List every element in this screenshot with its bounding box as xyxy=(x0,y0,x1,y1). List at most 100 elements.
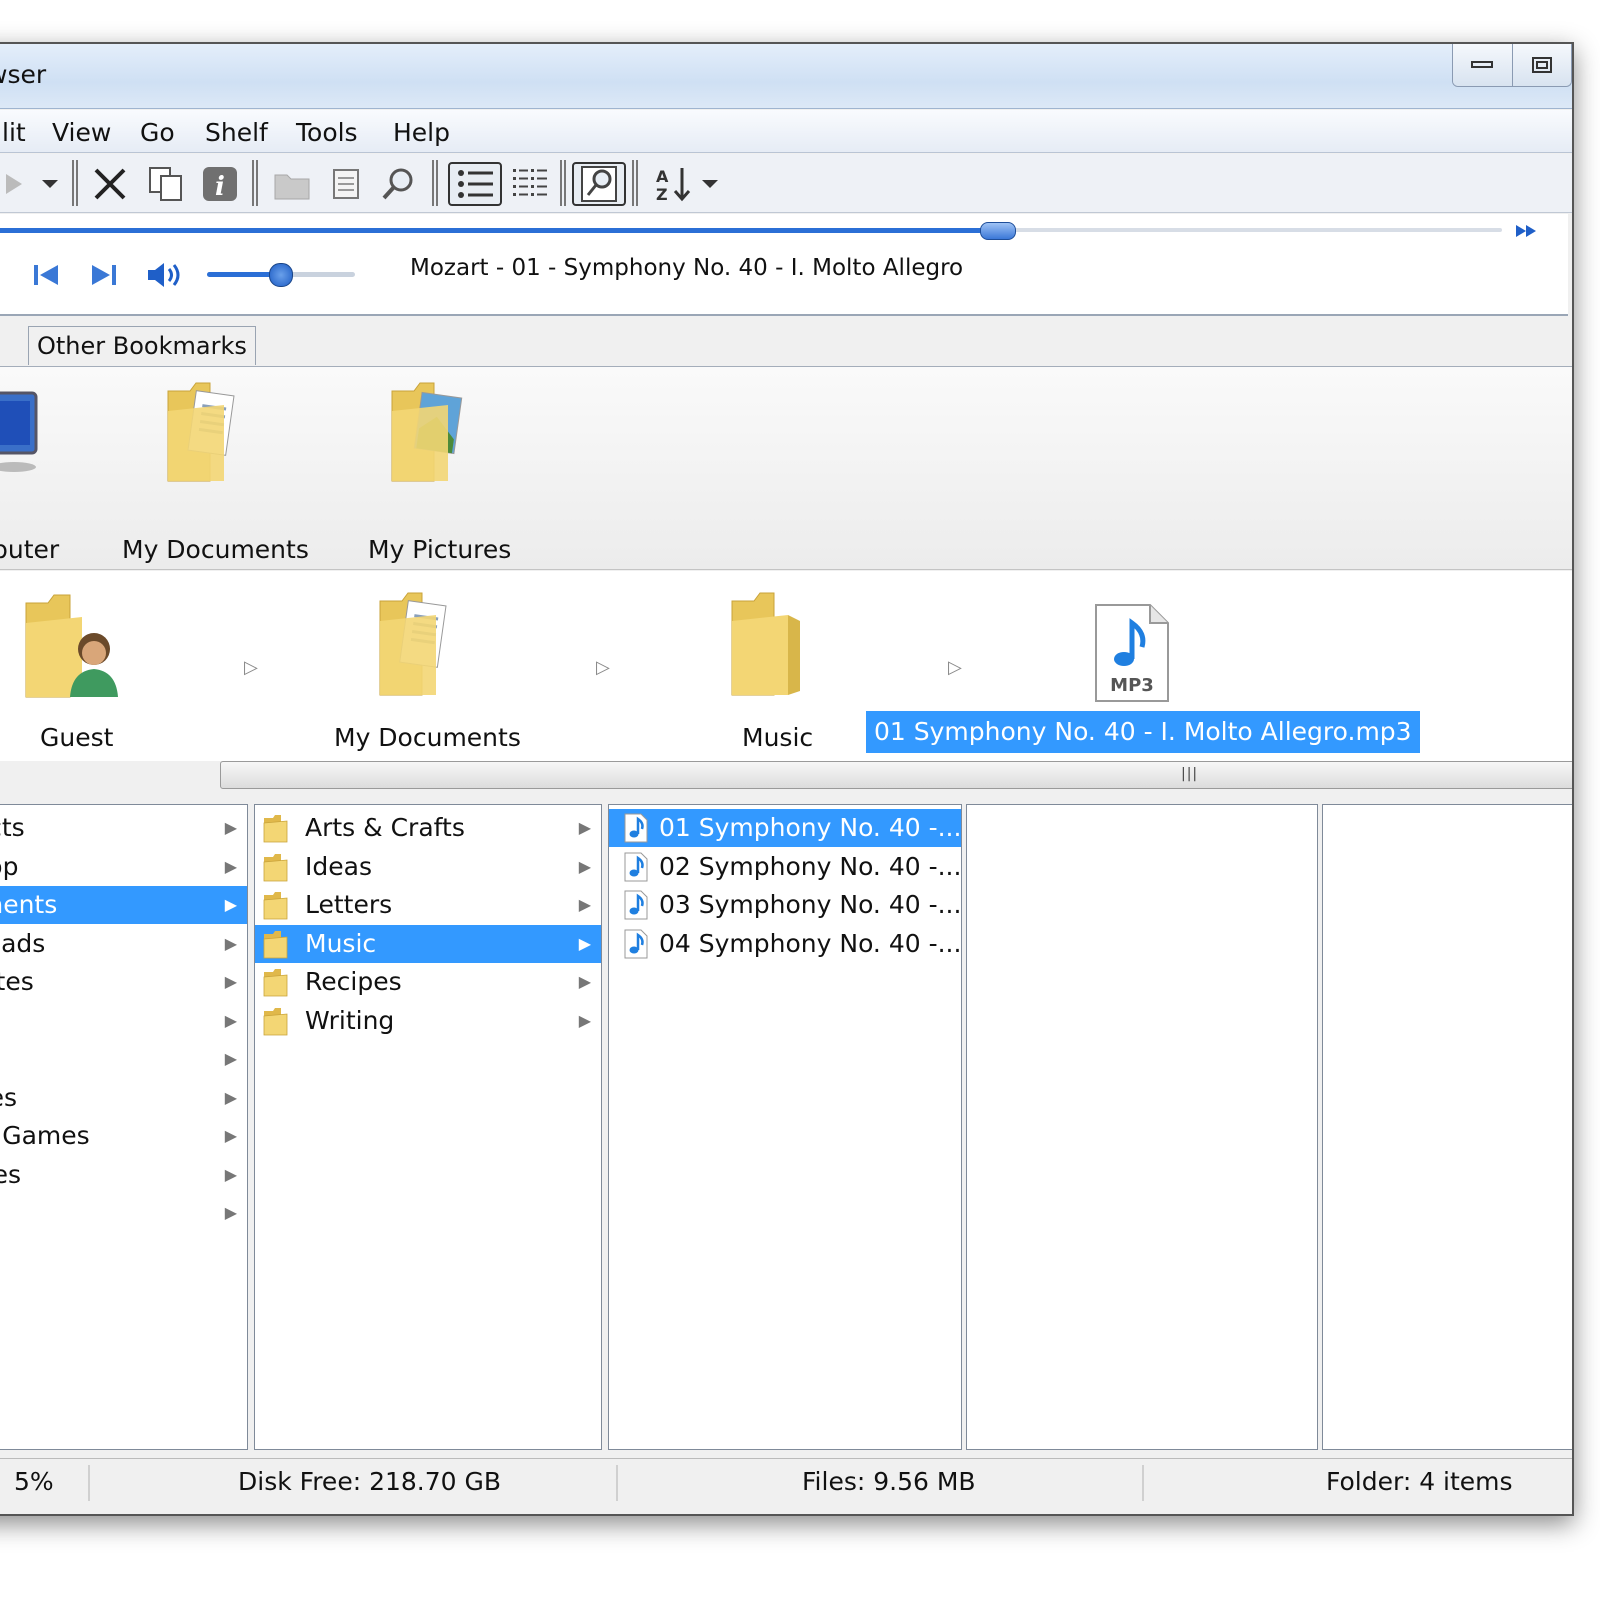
close-icon xyxy=(94,168,126,200)
seek-thumb[interactable] xyxy=(980,222,1016,240)
file-row[interactable]: 03 Symphony No. 40 -... xyxy=(609,886,961,924)
tab-other-bookmarks[interactable]: Other Bookmarks xyxy=(28,326,256,365)
title-bar[interactable]: rowser xyxy=(0,44,1572,109)
documents-folder-icon xyxy=(167,382,235,482)
folder-row-label: Recipes xyxy=(305,967,402,996)
compact-view-button[interactable] xyxy=(508,162,552,206)
horizontal-scrollbar[interactable]: ||| xyxy=(0,761,1572,789)
menu-tools[interactable]: Tools xyxy=(296,118,358,147)
window-buttons xyxy=(1452,44,1572,87)
maximize-button[interactable] xyxy=(1511,44,1571,86)
file-row[interactable]: 04 Symphony No. 40 -... xyxy=(609,925,961,963)
file-row-label: 04 Symphony No. 40 -... xyxy=(659,928,962,958)
expand-arrow-icon: ▶ xyxy=(224,856,237,876)
history-dropdown[interactable] xyxy=(28,162,72,206)
folder-row[interactable]: orites ▶ xyxy=(0,963,247,1001)
expand-arrow-icon: ▶ xyxy=(224,1126,237,1145)
folder-row[interactable]: Music ▶ xyxy=(255,924,601,963)
folder-row[interactable]: tacts ▶ xyxy=(0,809,247,847)
folder-row-label: ures xyxy=(0,1082,17,1112)
file-row[interactable]: 01 Symphony No. 40 -... xyxy=(609,809,961,847)
chevron-down-icon xyxy=(702,180,718,188)
notes-button[interactable] xyxy=(324,162,368,206)
new-folder-button[interactable] xyxy=(270,162,314,206)
toolbar-separator xyxy=(432,160,438,206)
menu-shelf[interactable]: Shelf xyxy=(205,118,268,147)
column-2: Arts & Crafts ▶ Ideas ▶ Letters ▶ Music ▶ Recipe… xyxy=(254,804,602,1450)
menu-help[interactable]: Help xyxy=(393,118,450,147)
status-separator xyxy=(616,1465,618,1501)
next-track-icon[interactable] xyxy=(90,262,118,288)
previous-track-icon[interactable] xyxy=(32,262,60,288)
folder-row-label: tacts xyxy=(0,813,25,842)
folder-icon xyxy=(263,930,288,958)
status-separator xyxy=(1142,1465,1144,1501)
breadcrumb-label-selected: 01 Symphony No. 40 - I. Molto Allegro.mp… xyxy=(866,711,1420,753)
folder-row[interactable]: nloads ▶ xyxy=(0,925,247,963)
folder-row-label: ktop xyxy=(0,851,19,881)
file-row[interactable]: 02 Symphony No. 40 -... xyxy=(609,848,961,886)
folder-row[interactable]: Arts & Crafts ▶ xyxy=(255,809,601,847)
file-row-label: 02 Symphony No. 40 -... xyxy=(659,851,962,881)
window-title: rowser xyxy=(0,60,47,89)
delete-button[interactable] xyxy=(88,162,132,206)
breadcrumb-label: Music xyxy=(742,723,814,752)
mp3-badge: MP3 xyxy=(1110,675,1154,696)
info-button[interactable]: i xyxy=(198,162,242,206)
folder-row[interactable]: s▶ xyxy=(0,1002,247,1040)
folder-row[interactable]: ches ▶ xyxy=(0,1156,247,1194)
bookmark-shelf: puter My Documents My Pictures xyxy=(0,367,1572,600)
folder-row[interactable]: ic▶ xyxy=(0,1040,247,1078)
bookmark-label: My Documents xyxy=(122,535,309,564)
bookmark-label: puter xyxy=(0,535,60,564)
columns-view-icon xyxy=(513,169,547,196)
copy-button[interactable] xyxy=(144,162,188,206)
folder-row[interactable]: ures ▶ xyxy=(0,1079,247,1117)
menu-bar: lit View Go Shelf Tools Help xyxy=(0,110,1572,153)
notepad-icon xyxy=(333,169,359,199)
menu-go[interactable]: Go xyxy=(140,118,175,147)
folder-row-label: ed Games xyxy=(0,1121,90,1150)
sort-dropdown[interactable] xyxy=(696,162,724,206)
folder-row[interactable]: os▶ xyxy=(0,1194,247,1232)
volume-thumb[interactable] xyxy=(269,263,293,287)
list-view-icon xyxy=(458,170,493,198)
music-file-icon xyxy=(624,890,648,920)
expand-arrow-icon: ▶ xyxy=(578,818,591,837)
volume-icon[interactable] xyxy=(146,260,186,290)
maximize-icon xyxy=(1531,57,1552,73)
expand-arrow-icon: ▶ xyxy=(224,933,237,953)
folder-row[interactable]: ktop ▶ xyxy=(0,848,247,886)
folder-row[interactable]: Recipes ▶ xyxy=(255,963,601,1001)
expand-arrow-icon: ▶ xyxy=(224,1049,237,1068)
forward-icon xyxy=(6,174,22,194)
sort-button[interactable]: AZ xyxy=(652,162,696,206)
computer-icon xyxy=(0,391,38,472)
breadcrumb-label: Guest xyxy=(40,723,114,752)
expand-arrow-icon: ▶ xyxy=(578,895,591,914)
file-row-label: 01 Symphony No. 40 -... xyxy=(659,813,962,842)
details-view-button[interactable] xyxy=(448,162,502,206)
scrollbar-thumb[interactable]: ||| xyxy=(220,761,1572,789)
folder-row[interactable]: Letters ▶ xyxy=(255,886,601,924)
sort-az-icon: AZ xyxy=(656,167,691,204)
minimize-button[interactable] xyxy=(1453,44,1512,86)
breadcrumb-separator-icon: ▷ xyxy=(244,657,258,678)
menu-edit[interactable]: lit xyxy=(2,118,26,147)
folder-row[interactable]: ed Games ▶ xyxy=(0,1117,247,1155)
status-percent: 5% xyxy=(14,1467,54,1496)
column-4 xyxy=(966,804,1318,1450)
folder-row-label: nloads xyxy=(0,928,46,958)
menu-view[interactable]: View xyxy=(52,118,111,147)
search-icon xyxy=(382,168,413,200)
preview-button[interactable] xyxy=(572,162,626,206)
search-button[interactable] xyxy=(376,162,420,206)
new-folder-icon xyxy=(274,174,310,200)
folder-row[interactable]: uments ▶ xyxy=(0,886,247,924)
folder-row[interactable]: Writing ▶ xyxy=(255,1002,601,1040)
folder-row[interactable]: Ideas ▶ xyxy=(255,848,601,886)
expand-arrow-icon: ▶ xyxy=(224,1087,237,1107)
fast-forward-icon[interactable] xyxy=(1514,222,1540,240)
toolbar-separator xyxy=(72,160,78,206)
seek-progress xyxy=(0,228,994,233)
